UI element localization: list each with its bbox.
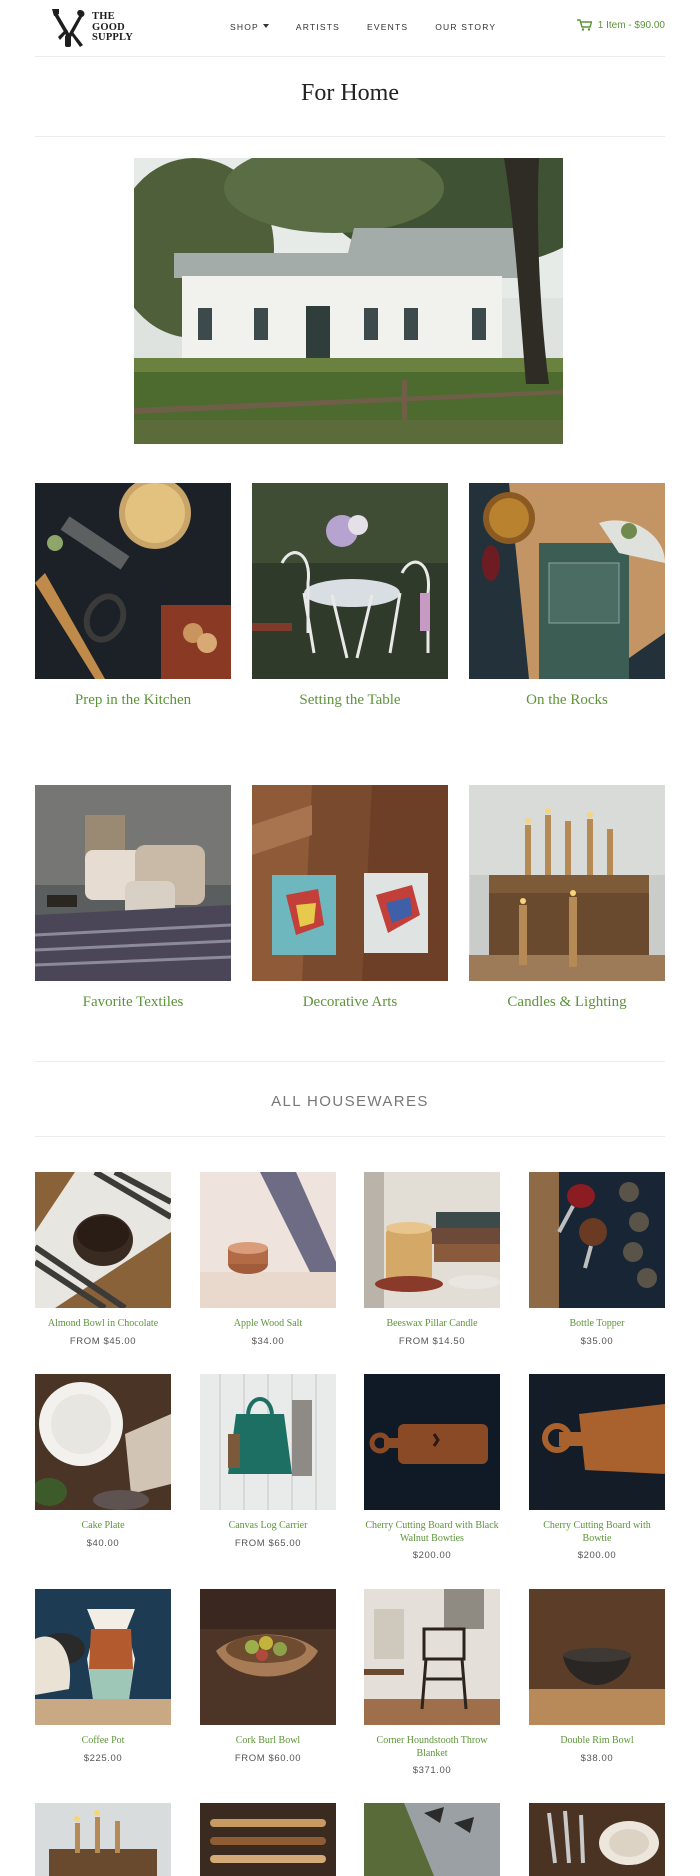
- nav-events[interactable]: EVENTS: [367, 22, 408, 32]
- product-name: Cork Burl Bowl: [235, 1735, 301, 1746]
- product-card[interactable]: [200, 1803, 336, 1876]
- category-label: On the Rocks: [526, 692, 608, 708]
- product-name: Cherry Cutting Board with Bowtie: [543, 1520, 651, 1544]
- section-divider-top: [35, 1061, 665, 1062]
- category-image: [35, 785, 231, 981]
- product-image: [35, 1803, 171, 1876]
- product-name: Almond Bowl in Chocolate: [47, 1318, 159, 1329]
- site-header: THE GOOD SUPPLY SHOP ARTISTS EVENTS OUR …: [35, 0, 665, 57]
- cart-summary: 1 Item - $90.00: [597, 19, 665, 31]
- product-price: FROM $14.50: [398, 1335, 466, 1347]
- product-card[interactable]: Bottle Topper $35.00: [529, 1172, 665, 1347]
- section-heading: ALL HOUSEWARES: [271, 1093, 429, 1110]
- product-price: $40.00: [86, 1537, 120, 1549]
- chevron-down-icon: [262, 23, 269, 28]
- nav-our-story[interactable]: OUR STORY: [435, 22, 496, 32]
- main-nav: SHOP ARTISTS EVENTS OUR STORY: [230, 22, 523, 32]
- product-price: FROM $65.00: [234, 1537, 302, 1549]
- title-divider: [35, 136, 665, 137]
- product-image: [35, 1172, 171, 1308]
- product-name: Coffee Pot: [81, 1735, 125, 1746]
- product-image: [364, 1589, 500, 1725]
- product-card[interactable]: Cork Burl Bowl FROM $60.00: [200, 1589, 336, 1764]
- product-name: Apple Wood Salt: [233, 1318, 303, 1329]
- site-logo[interactable]: THE GOOD SUPPLY: [50, 6, 140, 50]
- category-candles-lighting[interactable]: Candles & Lighting: [469, 785, 665, 1011]
- product-image: [200, 1803, 336, 1876]
- product-price: $200.00: [577, 1550, 617, 1561]
- product-image: [529, 1803, 665, 1876]
- category-favorite-textiles[interactable]: Favorite Textiles: [35, 785, 231, 1011]
- product-image: [35, 1374, 171, 1510]
- product-price: $34.00: [251, 1335, 285, 1347]
- product-card[interactable]: Corner Houndstooth Throw Blanket $371.00: [364, 1589, 500, 1776]
- product-card[interactable]: [364, 1803, 500, 1876]
- nav-artists[interactable]: ARTISTS: [296, 22, 340, 32]
- product-price: FROM $60.00: [234, 1752, 302, 1764]
- product-image: [529, 1172, 665, 1308]
- section-divider-bottom: [35, 1136, 665, 1137]
- category-image: [469, 483, 665, 679]
- product-name: Cherry Cutting Board with Black Walnut B…: [365, 1520, 499, 1544]
- brand-wordmark: THE GOOD SUPPLY: [92, 12, 133, 44]
- product-image: [529, 1374, 665, 1510]
- product-image: [35, 1589, 171, 1725]
- product-image: [529, 1589, 665, 1725]
- product-card[interactable]: Apple Wood Salt $34.00: [200, 1172, 336, 1347]
- product-name: Beeswax Pillar Candle: [386, 1318, 478, 1329]
- category-label: Decorative Arts: [302, 994, 398, 1010]
- tools-logo-icon: [52, 9, 85, 47]
- category-image: [252, 785, 448, 981]
- product-card[interactable]: Double Rim Bowl $38.00: [529, 1589, 665, 1764]
- category-on-the-rocks[interactable]: On the Rocks: [469, 483, 665, 709]
- product-name: Canvas Log Carrier: [228, 1520, 308, 1531]
- product-card[interactable]: Cherry Cutting Board with Black Walnut B…: [364, 1374, 500, 1561]
- category-image: [469, 785, 665, 981]
- brand-line-3: SUPPLY: [92, 32, 134, 44]
- product-card[interactable]: Cake Plate $40.00: [35, 1374, 171, 1549]
- category-prep-in-the-kitchen[interactable]: Prep in the Kitchen: [35, 483, 231, 709]
- category-label: Favorite Textiles: [82, 994, 184, 1010]
- product-image: [200, 1374, 336, 1510]
- product-card[interactable]: [35, 1803, 171, 1876]
- page-title: For Home: [301, 80, 399, 106]
- product-name: Corner Houndstooth Throw Blanket: [376, 1735, 488, 1759]
- product-image: [200, 1172, 336, 1308]
- product-price: FROM $45.00: [69, 1335, 137, 1347]
- product-card[interactable]: Coffee Pot $225.00: [35, 1589, 171, 1764]
- product-price: $38.00: [580, 1752, 614, 1764]
- cart-link[interactable]: 1 Item - $90.00: [576, 19, 665, 31]
- cart-icon: [576, 19, 592, 31]
- hero-image: [134, 158, 563, 444]
- product-card[interactable]: Beeswax Pillar Candle FROM $14.50: [364, 1172, 500, 1347]
- product-image: [200, 1589, 336, 1725]
- category-image: [252, 483, 448, 679]
- product-name: Cake Plate: [81, 1520, 125, 1531]
- product-image: [364, 1374, 500, 1510]
- product-image: [364, 1803, 500, 1876]
- product-image: [364, 1172, 500, 1308]
- nav-shop-label: SHOP: [230, 22, 259, 32]
- category-label: Candles & Lighting: [507, 994, 627, 1010]
- category-label: Prep in the Kitchen: [74, 692, 192, 708]
- category-image: [35, 483, 231, 679]
- product-card[interactable]: [529, 1803, 665, 1876]
- category-setting-the-table[interactable]: Setting the Table: [252, 483, 448, 709]
- nav-shop[interactable]: SHOP: [230, 22, 269, 32]
- product-price: $35.00: [580, 1335, 614, 1347]
- product-price: $371.00: [412, 1765, 452, 1776]
- product-name: Bottle Topper: [569, 1318, 625, 1329]
- category-decorative-arts[interactable]: Decorative Arts: [252, 785, 448, 1011]
- product-price: $225.00: [83, 1752, 123, 1764]
- category-label: Setting the Table: [299, 692, 401, 708]
- product-price: $200.00: [412, 1550, 452, 1561]
- product-card[interactable]: Almond Bowl in Chocolate FROM $45.00: [35, 1172, 171, 1347]
- product-name: Double Rim Bowl: [560, 1735, 634, 1746]
- product-card[interactable]: Cherry Cutting Board with Bowtie $200.00: [529, 1374, 665, 1561]
- product-card[interactable]: Canvas Log Carrier FROM $65.00: [200, 1374, 336, 1549]
